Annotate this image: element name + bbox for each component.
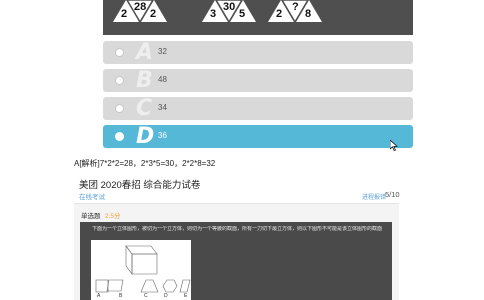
option-d[interactable]: D 36 xyxy=(103,124,413,149)
option-a-radio[interactable] xyxy=(115,48,124,57)
option-a[interactable]: A 32 xyxy=(103,40,413,65)
section-label: 单选题 xyxy=(81,213,101,220)
fig1-top-number: 28 xyxy=(134,1,147,13)
figure-label-b: B xyxy=(119,293,123,299)
option-a-letter: A xyxy=(136,40,154,65)
fig1-right-number: 2 xyxy=(150,8,157,20)
option-c-radio[interactable] xyxy=(115,104,124,113)
solid-figure-drawing xyxy=(95,245,191,293)
report-error-link[interactable]: 进程报错 xyxy=(362,192,386,201)
option-b-letter: B xyxy=(136,68,153,93)
fig2-right-number: 5 xyxy=(239,8,246,20)
figure-label-e: E xyxy=(184,293,188,299)
option-b-value: 48 xyxy=(158,75,167,84)
option-d-radio[interactable] xyxy=(115,132,124,141)
option-d-value: 36 xyxy=(158,131,167,140)
option-c[interactable]: C 34 xyxy=(103,96,413,121)
option-c-letter: C xyxy=(136,96,153,121)
fig1-left-number: 2 xyxy=(121,8,128,20)
paper-subtitle-link[interactable]: 在线考试 xyxy=(79,191,105,201)
question-figure-panel: 2 28 2 3 30 5 2 ? 8 xyxy=(103,0,413,35)
option-b[interactable]: B 48 xyxy=(103,68,413,93)
paper-title: 美团 2020春招 综合能力试卷 xyxy=(79,180,201,191)
fig2-left-number: 3 xyxy=(210,8,217,20)
figure-label-a: A xyxy=(97,293,101,299)
answer-explanation: A[解析]7*2*2=28，2*3*5=30，2*2*8=32 xyxy=(74,159,216,168)
mouse-cursor-icon xyxy=(390,140,398,151)
fig3-right-number: 8 xyxy=(305,8,312,20)
option-d-letter: D xyxy=(136,124,155,149)
fig3-left-number: 2 xyxy=(276,8,283,20)
score-label: 2.5分 xyxy=(105,213,121,220)
option-b-radio[interactable] xyxy=(115,76,124,85)
question-text: 下面为一个立体图形，被切为一个立方体，则切为一个等腰的截面，所有一刀切下最立方体… xyxy=(92,226,382,232)
fig3-top-number: ? xyxy=(292,1,299,13)
option-a-value: 32 xyxy=(158,47,167,56)
figure-label-c: C xyxy=(144,293,148,299)
question-figure xyxy=(91,240,191,300)
fig2-top-number: 30 xyxy=(223,1,236,13)
figure-label-d: D xyxy=(164,293,168,299)
option-c-value: 34 xyxy=(158,103,167,112)
question-progress: 5/10 xyxy=(385,190,400,199)
